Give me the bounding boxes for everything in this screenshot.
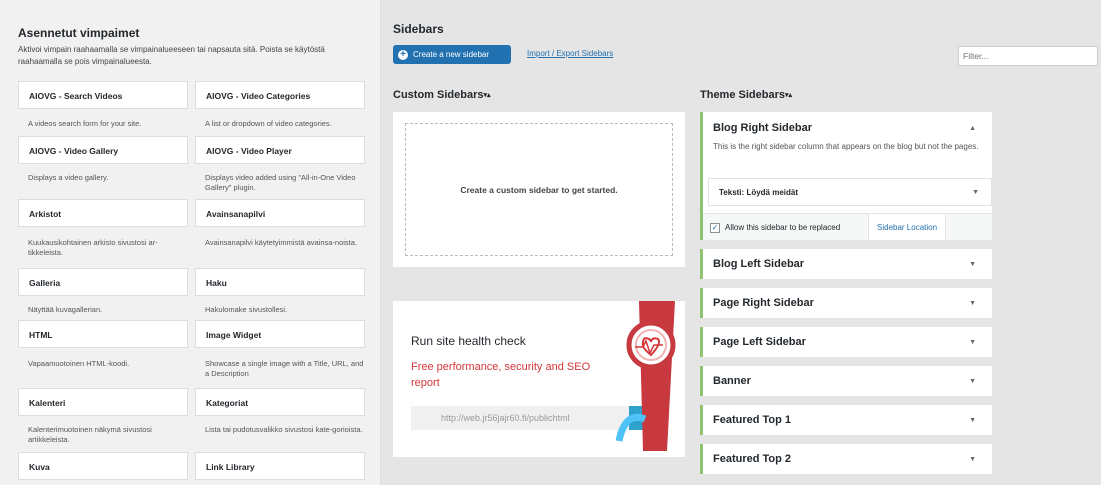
available-widgets-panel: Asennetut vimpaimet Aktivoi vimpain raah… (0, 0, 381, 485)
widget-description: A list or dropdown of video categories. (205, 119, 332, 128)
widget-kategoriat[interactable]: Kategoriat (195, 388, 365, 416)
sidebar-blog-right: Blog Right Sidebar ▲ This is the right s… (700, 112, 992, 240)
custom-sidebars-empty: Create a custom sidebar to get started. (405, 123, 673, 256)
widget-aiovg-video-gallery[interactable]: AIOVG - Video Gallery (18, 136, 188, 164)
widget-description: Näyttää kuvagallerian. (28, 305, 103, 314)
sidebar-page-right[interactable]: Page Right Sidebar ▼ (700, 288, 992, 318)
chevron-down-icon[interactable]: ▼ (969, 339, 976, 346)
health-url-field[interactable]: http://web.jr56jajr60.fi/publichtml (411, 406, 629, 430)
sidebar-widget-label: Teksti: Löydä meidät (719, 188, 798, 197)
widget-description: Kalenterimuotoinen näkymä sivustosi arti… (28, 425, 152, 444)
custom-sidebars-heading-label: Custom Sidebars (393, 89, 484, 101)
sidebar-title: Featured Top 2 (713, 453, 792, 465)
health-subtitle: Free performance, security and SEO repor… (411, 361, 591, 389)
sidebar-description: This is the right sidebar column that ap… (713, 142, 979, 151)
sidebar-title: Banner (713, 375, 751, 387)
widget-haku[interactable]: Haku (195, 268, 365, 296)
sidebar-featured-top-1[interactable]: Featured Top 1 ▼ (700, 405, 992, 435)
widget-description: Lista tai pudotusvalikko sivustosi kate-… (205, 425, 363, 434)
widget-aiovg-search-videos[interactable]: AIOVG - Search Videos (18, 81, 188, 109)
chevron-up-icon[interactable]: ▲ (969, 125, 976, 132)
widget-image-widget[interactable]: Image Widget (195, 320, 365, 348)
widget-aiovg-video-player[interactable]: AIOVG - Video Player (195, 136, 365, 164)
chevron-down-icon[interactable]: ▼ (969, 417, 976, 424)
widget-arkistot[interactable]: Arkistot (18, 199, 188, 227)
chevron-down-icon[interactable]: ▼ (969, 261, 976, 268)
widget-description: Displays video added using "All-in-One V… (205, 173, 356, 192)
sidebar-title: Featured Top 1 (713, 414, 792, 426)
panel-description: Aktivoi vimpain raahaamalla se vimpainal… (18, 45, 325, 66)
widget-name: Löydä meidät (746, 188, 799, 197)
sidebar-title: Blog Left Sidebar (713, 258, 805, 270)
panel-title: Asennetut vimpaimet (18, 26, 140, 40)
sidebar-featured-top-2[interactable]: Featured Top 2 ▼ (700, 444, 992, 474)
checkbox-checked-icon[interactable]: ✓ (710, 223, 720, 233)
widget-description: A videos search form for your site. (28, 119, 142, 128)
theme-sidebars-heading-label: Theme Sidebars (700, 89, 785, 101)
widget-description: Avainsanapilvi käytetyimmistä avainsa-no… (205, 238, 358, 247)
chevron-down-icon[interactable]: ▼ (969, 378, 976, 385)
sidebars-panel: Sidebars + Create a new sidebar Import /… (381, 0, 1101, 485)
widget-avainsanapilvi[interactable]: Avainsanapilvi (195, 199, 365, 227)
heart-magnifier-icon (615, 301, 676, 451)
sidebar-title: Page Left Sidebar (713, 336, 806, 348)
filter-input[interactable] (958, 46, 1098, 66)
sort-toggle-icon[interactable]: ▾▴ (785, 92, 792, 99)
allow-replace-label[interactable]: Allow this sidebar to be replaced (725, 223, 840, 232)
widget-type: Teksti: (719, 188, 745, 197)
widget-galleria[interactable]: Galleria (18, 268, 188, 296)
chevron-down-icon[interactable]: ▼ (969, 300, 976, 307)
widget-description: Hakulomake sivustollesi. (205, 305, 288, 314)
widget-description: Kuukausikohtainen arkisto sivustosi ar-t… (28, 238, 158, 257)
sidebar-blog-left[interactable]: Blog Left Sidebar ▼ (700, 249, 992, 279)
chevron-down-icon[interactable]: ▼ (972, 189, 979, 196)
widget-link-library[interactable]: Link Library (195, 452, 365, 480)
sidebar-page-left[interactable]: Page Left Sidebar ▼ (700, 327, 992, 357)
theme-sidebars-heading[interactable]: Theme Sidebars▾▴ (700, 89, 792, 101)
widget-kalenteri[interactable]: Kalenteri (18, 388, 188, 416)
widget-aiovg-video-categories[interactable]: AIOVG - Video Categories (195, 81, 365, 109)
custom-sidebars-heading[interactable]: Custom Sidebars▾▴ (393, 89, 491, 101)
sidebar-location-tab[interactable]: Sidebar Location (868, 214, 947, 240)
sort-toggle-icon[interactable]: ▾▴ (483, 92, 490, 99)
sidebar-footer: ✓ Allow this sidebar to be replaced Side… (703, 213, 992, 240)
health-check-card: Run site health check Free performance, … (393, 301, 685, 457)
widget-description: Vapaamuotoinen HTML-koodi. (28, 359, 130, 368)
create-sidebar-label: Create a new sidebar (413, 50, 490, 59)
plus-circle-icon: + (398, 49, 408, 60)
import-export-link[interactable]: Import / Export Sidebars (527, 49, 613, 58)
health-title: Run site health check (411, 334, 526, 348)
chevron-down-icon[interactable]: ▼ (969, 456, 976, 463)
create-sidebar-button[interactable]: + Create a new sidebar (393, 45, 511, 64)
widget-description: Showcase a single image with a Title, UR… (205, 359, 364, 378)
sidebars-title: Sidebars (393, 22, 444, 36)
widget-description: Displays a video gallery. (28, 173, 109, 182)
sidebar-title: Page Right Sidebar (713, 297, 814, 309)
empty-message: Create a custom sidebar to get started. (460, 184, 618, 195)
sidebar-banner[interactable]: Banner ▼ (700, 366, 992, 396)
widget-html[interactable]: HTML (18, 320, 188, 348)
sidebar-title[interactable]: Blog Right Sidebar (713, 122, 812, 134)
widget-kuva[interactable]: Kuva (18, 452, 188, 480)
custom-sidebars-box: Create a custom sidebar to get started. (393, 112, 685, 267)
sidebar-widget-teksti[interactable]: Teksti: Löydä meidät ▼ (708, 178, 992, 206)
